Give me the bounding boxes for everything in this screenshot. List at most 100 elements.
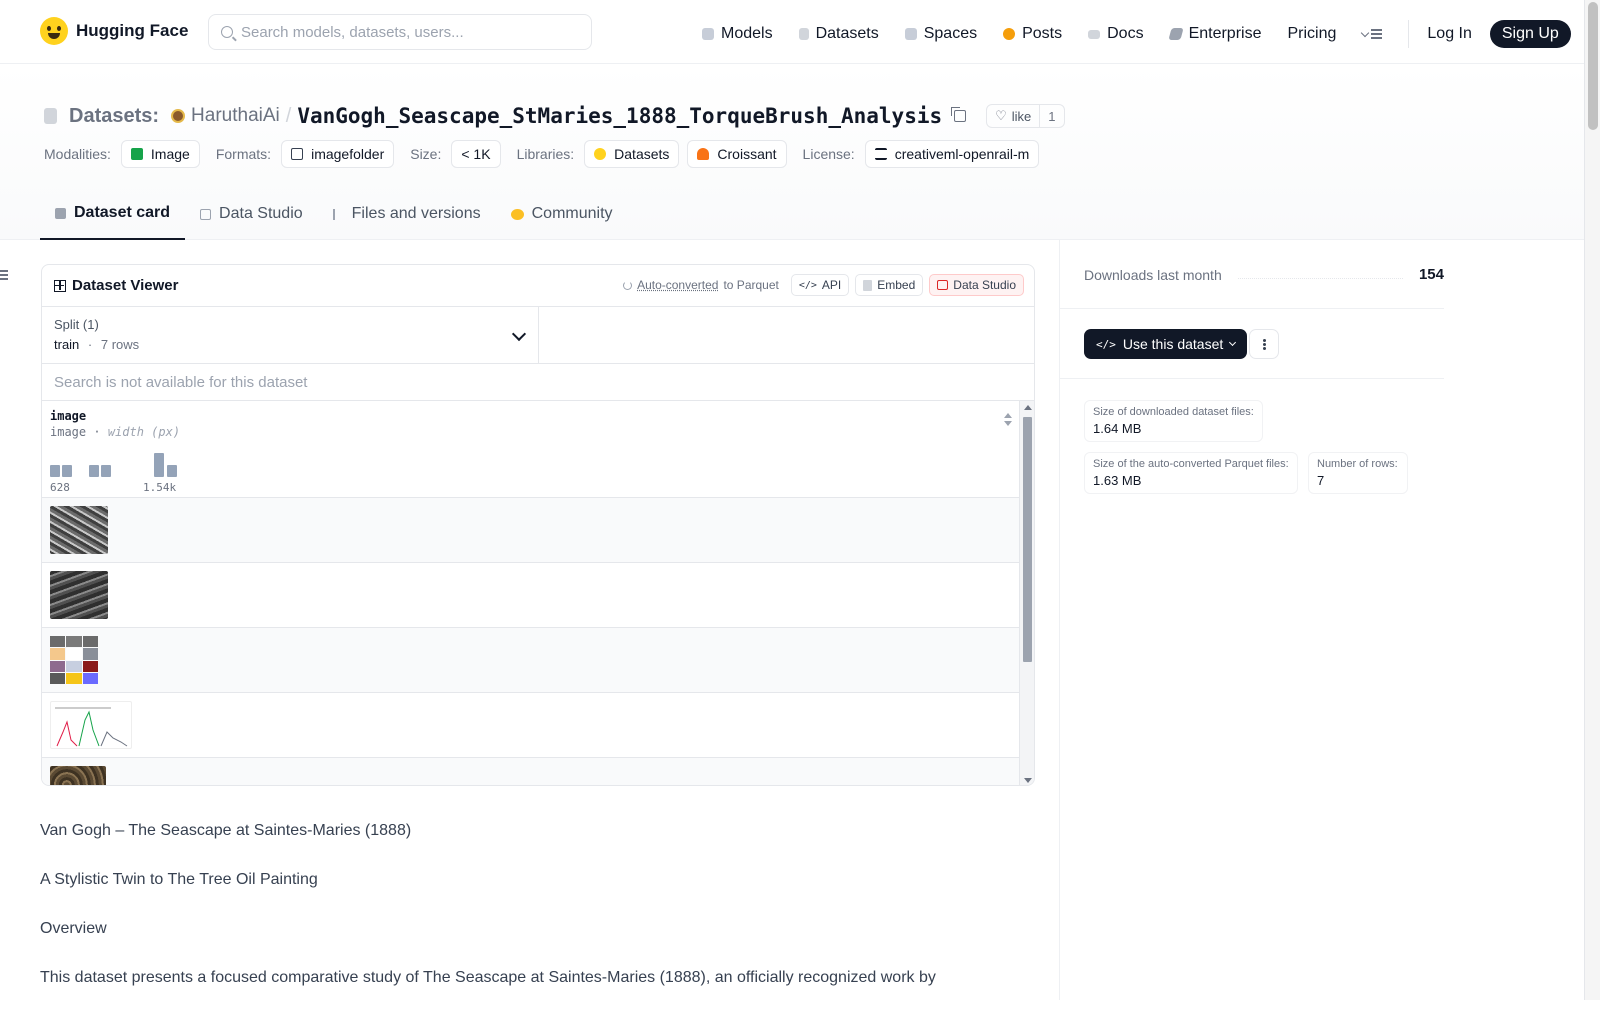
histogram-bar[interactable] — [62, 465, 72, 477]
downloads-stat: Downloads last month 154 — [1084, 266, 1444, 283]
nav-link-docs[interactable]: Docs — [1088, 25, 1144, 43]
downloads-value: 154 — [1418, 266, 1444, 283]
size-chip[interactable]: < 1K — [451, 140, 501, 168]
image-thumbnail[interactable] — [50, 571, 108, 619]
chip-label: Croissant — [717, 146, 777, 162]
like-button[interactable]: ♡ like 1 — [986, 104, 1065, 128]
nav-link-spaces[interactable]: Spaces — [904, 25, 977, 43]
chip-label: Image — [150, 146, 190, 162]
brand-logo[interactable]: Hugging Face — [40, 17, 188, 45]
more-options-button[interactable] — [1249, 329, 1279, 359]
image-thumbnail[interactable] — [50, 636, 98, 684]
stat-value: 1.64 MB — [1093, 421, 1142, 436]
nav-link-datasets[interactable]: Datasets — [798, 25, 879, 43]
nav-link-pricing[interactable]: Pricing — [1287, 25, 1336, 43]
column-header-image[interactable]: image image · width (px) 628 1.54k — [42, 401, 1021, 498]
toc-toggle-icon[interactable] — [0, 270, 8, 280]
histogram-bar[interactable] — [154, 453, 164, 477]
table-row[interactable] — [42, 628, 1021, 693]
histogram-bar[interactable] — [167, 465, 177, 477]
viewer-scrollbar[interactable] — [1019, 401, 1034, 785]
datasets-breadcrumb[interactable]: Datasets: — [69, 105, 159, 128]
login-link[interactable]: Log In — [1427, 25, 1471, 43]
column-stat-hint: width (px) — [107, 425, 181, 439]
nav-link-label: Pricing — [1287, 25, 1337, 42]
viewer-title: Dataset Viewer — [54, 277, 178, 294]
split-row-count: 7 rows — [100, 337, 140, 352]
nav-link-posts[interactable]: Posts — [1003, 25, 1062, 43]
column-name: image — [50, 409, 87, 423]
chart-thumbnail-graphic — [55, 707, 128, 747]
table-row[interactable] — [42, 498, 1021, 563]
histogram-bar[interactable] — [89, 465, 99, 477]
library-chip-datasets[interactable]: Datasets — [584, 140, 680, 168]
use-dataset-button[interactable]: </> Use this dataset — [1084, 329, 1248, 359]
stat-value: 1.63 MB — [1093, 473, 1142, 488]
embed-button[interactable]: Embed — [855, 274, 924, 296]
table-row[interactable] — [42, 693, 1021, 758]
nav-link-enterprise[interactable]: Enterprise — [1167, 25, 1261, 43]
viewer-title-text: Dataset Viewer — [72, 277, 179, 294]
column-type: image · width (px) — [50, 425, 1013, 439]
page-scrollbar-thumb[interactable] — [1588, 2, 1598, 130]
tab-files-and-versions[interactable]: Files and versions — [318, 188, 496, 240]
files-icon — [332, 208, 344, 220]
tab-label: Community — [531, 205, 613, 222]
sidebar-separator — [1060, 378, 1444, 379]
data-studio-button[interactable]: Data Studio — [929, 274, 1024, 296]
chip-label: imagefolder — [311, 146, 385, 162]
split-name: train — [54, 337, 80, 352]
stat-value: 7 — [1317, 473, 1325, 488]
owner-link[interactable]: HaruthaiAi — [191, 105, 280, 127]
libraries-label: Libraries: — [516, 146, 575, 162]
scroll-up-arrow-icon[interactable] — [1024, 405, 1032, 410]
table-row[interactable] — [42, 758, 1021, 785]
split-selector[interactable]: Split (1) train · 7 rows — [42, 307, 539, 363]
table-row[interactable] — [42, 563, 1021, 628]
nav-links: Models Datasets Spaces Posts Docs Enterp… — [702, 20, 1571, 48]
license-chip[interactable]: creativeml-openrail-m — [864, 140, 1040, 168]
scrollbar-thumb[interactable] — [1023, 417, 1032, 662]
signup-button[interactable]: Sign Up — [1489, 20, 1571, 48]
histogram-min-label: 628 — [50, 481, 70, 494]
library-chip-croissant[interactable]: Croissant — [687, 140, 787, 168]
page-scrollbar[interactable] — [1584, 0, 1600, 1000]
book-icon — [1088, 29, 1101, 39]
formats-label: Formats: — [215, 146, 272, 162]
nav-link-models[interactable]: Models — [702, 25, 773, 43]
image-thumbnail[interactable] — [50, 506, 108, 554]
table-icon — [200, 208, 212, 220]
repo-name[interactable]: VanGogh_Seascape_StMaries_1888_TorqueBru… — [297, 104, 942, 128]
histogram-bar[interactable] — [50, 465, 60, 477]
stat-label: Size of the auto-converted Parquet files… — [1093, 458, 1289, 470]
tab-dataset-card[interactable]: Dataset card — [40, 188, 186, 240]
image-thumbnail[interactable] — [50, 766, 106, 785]
modality-chip-image[interactable]: Image — [120, 140, 200, 168]
scroll-down-arrow-icon[interactable] — [1024, 778, 1032, 783]
enterprise-icon — [1167, 28, 1184, 40]
bank-icon — [874, 148, 887, 160]
histogram-bar[interactable] — [101, 465, 111, 477]
search-placeholder: Search models, datasets, users... — [241, 23, 464, 41]
tab-data-studio[interactable]: Data Studio — [185, 188, 318, 240]
stat-downloaded-size: Size of downloaded dataset files: 1.64 M… — [1084, 400, 1263, 442]
auto-converted-link[interactable]: Auto-converted — [637, 278, 718, 292]
tab-community[interactable]: Community — [496, 188, 628, 240]
api-button[interactable]: </> API — [790, 274, 850, 296]
stat-label: Size of downloaded dataset files: — [1093, 406, 1254, 418]
split-row: Split (1) train · 7 rows — [42, 307, 1034, 364]
like-count[interactable]: 1 — [1040, 109, 1063, 124]
nav-link-label: Docs — [1107, 25, 1144, 42]
format-chip-imagefolder[interactable]: imagefolder — [281, 140, 395, 168]
nav-link-label: Models — [721, 25, 773, 42]
tab-label: Dataset card — [74, 204, 171, 221]
sort-icon[interactable] — [1003, 413, 1013, 427]
chip-label: Datasets — [614, 146, 670, 162]
cube-icon — [55, 207, 66, 219]
search-input[interactable]: Search models, datasets, users... — [208, 14, 592, 50]
image-thumbnail[interactable] — [50, 701, 132, 749]
more-menu-icon[interactable] — [1362, 28, 1383, 40]
spaces-grid-icon — [904, 28, 917, 40]
copy-icon[interactable] — [951, 107, 967, 122]
image-icon — [130, 148, 143, 160]
